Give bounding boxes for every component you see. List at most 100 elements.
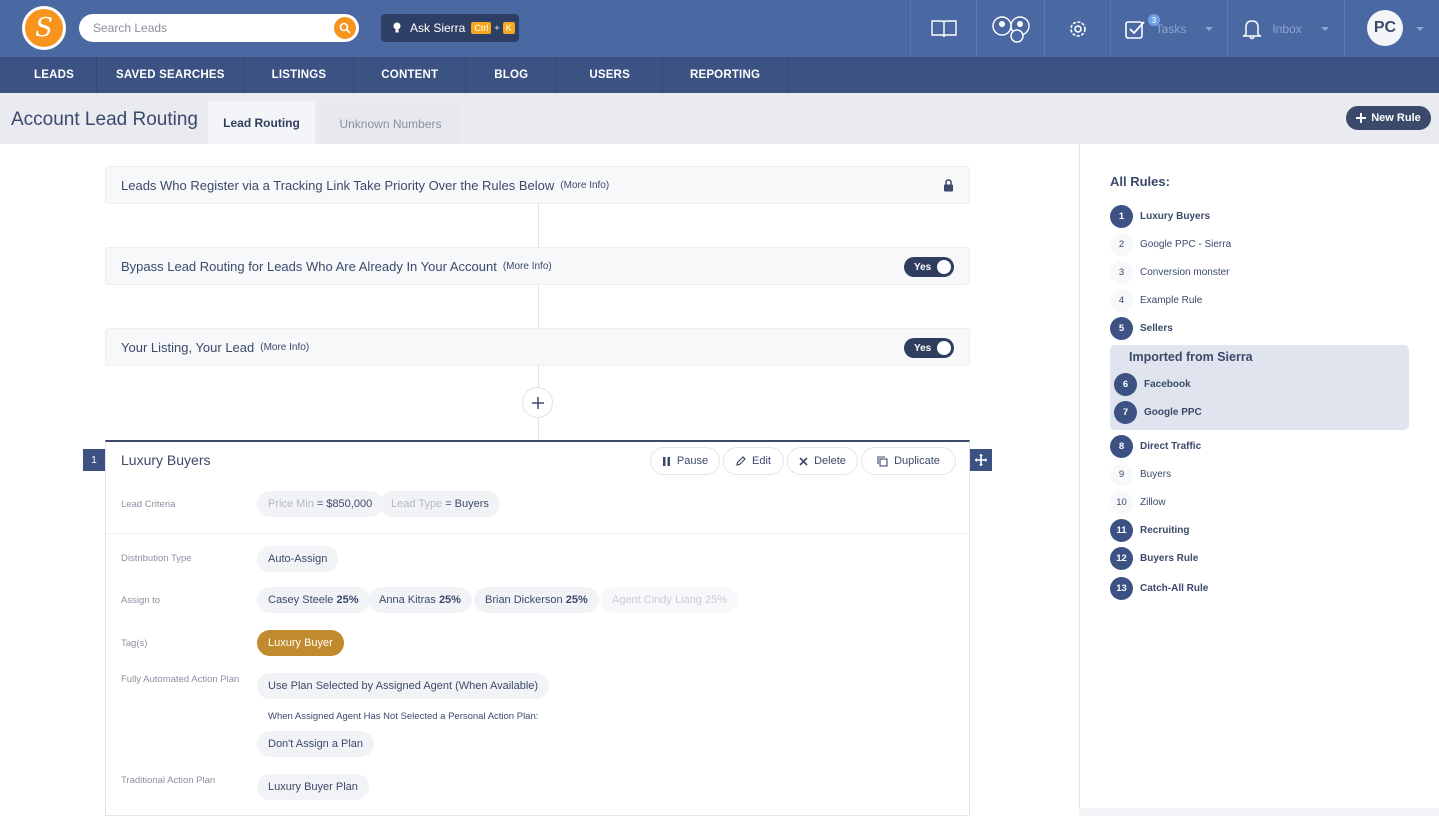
duplicate-button[interactable]: Duplicate <box>861 447 956 475</box>
sidebar-rule-name: Buyers <box>1140 468 1172 480</box>
inbox-button[interactable]: Inbox <box>1227 0 1344 57</box>
plus-icon <box>531 396 544 409</box>
sidebar-rule-item[interactable]: 1 Luxury Buyers <box>1110 204 1210 228</box>
sidebar-rule-item[interactable]: 10 Zillow <box>1110 490 1166 514</box>
more-info-link[interactable]: (More Info) <box>560 180 609 191</box>
bypass-toggle[interactable]: Yes <box>904 257 954 277</box>
sidebar-rule-name: Sellers <box>1140 322 1173 334</box>
new-rule-button[interactable]: New Rule <box>1346 106 1431 130</box>
auto-plan-pill: Use Plan Selected by Assigned Agent (Whe… <box>257 673 550 699</box>
traditional-plan-label: Traditional Action Plan <box>121 775 216 786</box>
tag-pill: Luxury Buyer <box>257 630 344 656</box>
more-info-link[interactable]: (More Info) <box>260 342 309 353</box>
sidebar-rule-item[interactable]: 13 Catch-All Rule <box>1110 576 1208 600</box>
team-button[interactable] <box>976 0 1044 57</box>
sidebar-rule-name: Direct Traffic <box>1140 440 1202 452</box>
sidebar-rule-item[interactable]: 4 Example Rule <box>1110 288 1202 312</box>
sidebar-rule-number: 8 <box>1110 434 1133 458</box>
new-rule-label: New Rule <box>1371 112 1421 124</box>
sidebar-rule-item[interactable]: 8 Direct Traffic <box>1110 434 1201 458</box>
lead-criteria-label: Lead Criteria <box>121 499 176 510</box>
assignee-pct: 25% <box>438 594 461 606</box>
assignee-name: Brian Dickerson <box>485 594 563 606</box>
ask-sierra-button[interactable]: Ask Sierra Ctrl + K <box>381 14 519 42</box>
bell-icon <box>1242 19 1263 39</box>
sidebar-rule-number: 11 <box>1110 518 1133 542</box>
sidebar-rule-item[interactable]: 9 Buyers <box>1110 462 1171 486</box>
nav-blog[interactable]: BLOG <box>466 57 558 93</box>
delete-button[interactable]: Delete <box>787 447 858 475</box>
preset-rule-label: Leads Who Register via a Tracking Link T… <box>121 177 555 193</box>
criteria-key: Price Min <box>268 498 314 510</box>
plus-icon <box>1356 113 1367 123</box>
tags-label: Tag(s) <box>121 638 148 649</box>
duplicate-label: Duplicate <box>894 455 940 467</box>
copy-icon <box>877 455 888 467</box>
toggle-label: Yes <box>914 261 932 273</box>
connector-line <box>538 284 539 328</box>
sidebar-rule-name: Catch-All Rule <box>1140 582 1209 594</box>
preset-rule-bypass: Bypass Lead Routing for Leads Who Are Al… <box>105 247 970 285</box>
nav-leads[interactable]: LEADS <box>0 57 97 93</box>
nav-saved-searches[interactable]: SAVED SEARCHES <box>97 57 245 93</box>
more-info-link[interactable]: (More Info) <box>503 261 552 272</box>
assignee-pct: 25% <box>336 594 359 606</box>
search-button[interactable] <box>334 17 356 39</box>
avatar[interactable]: PC <box>1367 10 1403 46</box>
kbd-ctrl: Ctrl <box>471 22 492 34</box>
edit-label: Edit <box>752 455 771 467</box>
tab-lead-routing[interactable]: Lead Routing <box>208 101 315 144</box>
sidebar-rule-item[interactable]: 11 Recruiting <box>1110 518 1189 542</box>
drag-handle[interactable] <box>970 449 992 471</box>
sidebar-rule-name: Facebook <box>1144 378 1191 390</box>
all-rules-title: All Rules: <box>1110 174 1170 189</box>
nav-users[interactable]: USERS <box>557 57 663 93</box>
settings-button[interactable] <box>1044 0 1110 57</box>
auto-plan-fallback-pill: Don't Assign a Plan <box>257 731 375 757</box>
resources-button[interactable] <box>910 0 976 57</box>
auto-plan-label: Fully Automated Action Plan <box>121 674 240 685</box>
delete-label: Delete <box>814 455 846 467</box>
rule-card <box>105 440 970 816</box>
sidebar-rule-item[interactable]: 2 Google PPC - Sierra <box>1110 232 1231 256</box>
sidebar-rule-name: Recruiting <box>1140 524 1190 536</box>
sidebar-rule-item[interactable]: 3 Conversion monster <box>1110 260 1229 284</box>
pause-label: Pause <box>676 455 709 467</box>
pause-icon <box>662 456 670 466</box>
nav-content[interactable]: CONTENT <box>354 57 467 93</box>
toggle-knob <box>937 260 951 274</box>
add-rule-button[interactable] <box>522 387 553 418</box>
sidebar-rule-number: 12 <box>1110 546 1133 570</box>
pause-button[interactable]: Pause <box>650 447 720 475</box>
sidebar-rule-item[interactable]: 7 Google PPC <box>1114 400 1202 424</box>
tasks-button[interactable]: Tasks <box>1110 0 1227 57</box>
ask-sierra-label: Ask Sierra <box>410 21 466 35</box>
your-listing-toggle[interactable]: Yes <box>904 338 954 358</box>
sidebar-rule-item[interactable]: 5 Sellers <box>1110 316 1173 340</box>
rule-number-badge: 1 <box>83 449 105 471</box>
sidebar-rule-item[interactable]: 12 Buyers Rule <box>1110 546 1198 570</box>
top-bar: S Ask Sierra Ctrl + K Tasks 3 Inbox PC <box>0 0 1439 57</box>
assign-to-label: Assign to <box>121 595 161 606</box>
edit-button[interactable]: Edit <box>723 447 784 475</box>
chevron-down-icon[interactable] <box>1415 26 1425 32</box>
nav-listings[interactable]: LISTINGS <box>245 57 355 93</box>
sidebar-rule-number: 4 <box>1110 288 1133 312</box>
preset-rule-label: Your Listing, Your Lead <box>121 339 255 355</box>
sidebar-rule-number: 10 <box>1110 490 1133 514</box>
traditional-plan-pill: Luxury Buyer Plan <box>257 774 369 800</box>
chevron-down-icon <box>1320 26 1329 31</box>
criteria-pill-price-min: Price Min = $850,000 <box>257 491 384 517</box>
sierra-logo-icon[interactable]: S <box>22 6 66 50</box>
criteria-value: = Buyers <box>445 498 489 510</box>
preset-rule-tracking-link: Leads Who Register via a Tracking Link T… <box>105 166 970 204</box>
toggle-knob <box>937 341 951 355</box>
sidebar-rule-name: Conversion monster <box>1140 266 1230 278</box>
nav-reporting[interactable]: REPORTING <box>663 57 789 93</box>
sidebar-rule-number: 13 <box>1110 576 1133 600</box>
search-input[interactable] <box>93 14 323 42</box>
sidebar-rule-name: Zillow <box>1140 496 1166 508</box>
distribution-pill: Auto-Assign <box>257 546 339 572</box>
sidebar-rule-item[interactable]: 6 Facebook <box>1114 372 1191 396</box>
tab-unknown-numbers[interactable]: Unknown Numbers <box>321 104 460 144</box>
